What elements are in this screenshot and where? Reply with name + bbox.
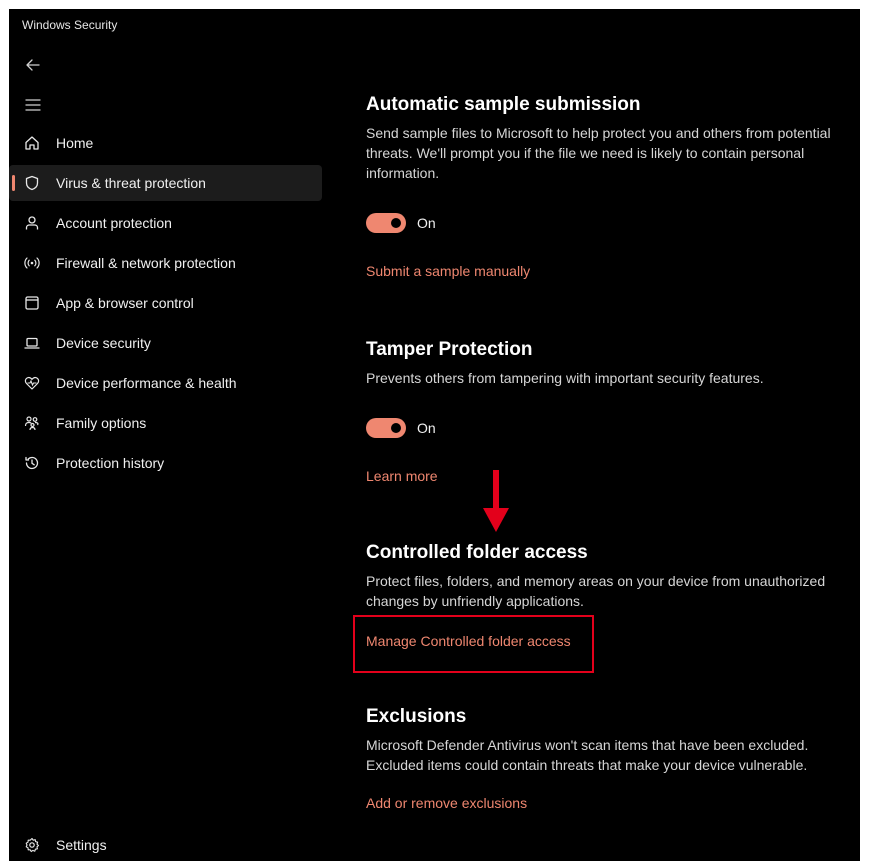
automatic-sample-submission-section: Automatic sample submission Send sample … xyxy=(366,93,856,281)
section-description: Microsoft Defender Antivirus won't scan … xyxy=(366,737,809,773)
back-button[interactable] xyxy=(23,55,43,75)
back-arrow-icon xyxy=(26,59,40,71)
sidebar-item-label: Virus & threat protection xyxy=(56,175,206,191)
sidebar-item-firewall-network-protection[interactable]: Firewall & network protection xyxy=(9,245,322,281)
gear-icon xyxy=(23,836,41,854)
hamburger-icon xyxy=(25,99,41,111)
sidebar-item-device-security[interactable]: Device security xyxy=(9,325,322,361)
tamper-toggle-row: On xyxy=(366,418,856,438)
section-title: Exclusions xyxy=(366,706,467,727)
sidebar-item-label: Device security xyxy=(56,335,151,351)
sidebar-item-app-browser-control[interactable]: App & browser control xyxy=(9,285,322,321)
toggle-knob xyxy=(391,218,401,228)
home-icon xyxy=(23,134,41,152)
sidebar-item-label: Protection history xyxy=(56,455,165,471)
sidebar-item-settings[interactable]: Settings xyxy=(9,827,336,861)
add-remove-exclusions-link[interactable]: Add or remove exclusions xyxy=(366,795,527,811)
submit-sample-manually-link[interactable]: Submit a sample manually xyxy=(366,263,530,279)
sidebar-item-label: Home xyxy=(56,135,94,151)
wifi-antenna-icon xyxy=(23,254,41,272)
sidebar-item-label: Account protection xyxy=(56,215,172,231)
annotation-down-arrow-icon xyxy=(483,470,509,532)
toggle-state-label: On xyxy=(417,420,436,436)
section-description: Protect files, folders, and memory areas… xyxy=(366,573,826,609)
sidebar-item-home[interactable]: Home xyxy=(9,125,322,161)
sidebar-item-label: Family options xyxy=(56,415,147,431)
section-description: Prevents others from tampering with impo… xyxy=(366,370,764,386)
browser-window-icon xyxy=(23,294,41,312)
section-description: Send sample files to Microsoft to help p… xyxy=(366,125,831,181)
annotation-highlight-box xyxy=(353,615,594,673)
exclusions-section: Exclusions Microsoft Defender Antivirus … xyxy=(366,705,856,813)
tamper-protection-section: Tamper Protection Prevents others from t… xyxy=(366,338,856,486)
window-title: Windows Security xyxy=(22,18,118,32)
sidebar-nav: Home Virus & threat protection Account p… xyxy=(9,125,322,485)
sample-submission-toggle[interactable] xyxy=(366,213,406,233)
settings-label: Settings xyxy=(56,837,107,853)
tamper-protection-toggle[interactable] xyxy=(366,418,406,438)
person-icon xyxy=(23,214,41,232)
sidebar-item-family-options[interactable]: Family options xyxy=(9,405,322,441)
windows-security-window: Windows Security Home Virus & threat pro… xyxy=(9,9,860,861)
history-icon xyxy=(23,454,41,472)
sidebar-item-protection-history[interactable]: Protection history xyxy=(9,445,322,481)
toggle-state-label: On xyxy=(417,215,436,231)
heart-pulse-icon xyxy=(23,374,41,392)
sidebar-item-label: Device performance & health xyxy=(56,375,237,391)
learn-more-link[interactable]: Learn more xyxy=(366,468,438,484)
selected-indicator xyxy=(12,175,15,191)
sidebar-item-account-protection[interactable]: Account protection xyxy=(9,205,322,241)
hamburger-menu-button[interactable] xyxy=(23,95,43,115)
sidebar-item-virus-threat-protection[interactable]: Virus & threat protection xyxy=(9,165,322,201)
sidebar-item-label: Firewall & network protection xyxy=(56,255,236,271)
toggle-knob xyxy=(391,423,401,433)
shield-icon xyxy=(23,174,41,192)
section-title: Automatic sample submission xyxy=(366,94,641,115)
section-title: Tamper Protection xyxy=(366,339,533,360)
sidebar-item-label: App & browser control xyxy=(56,295,194,311)
sidebar-item-device-performance-health[interactable]: Device performance & health xyxy=(9,365,322,401)
laptop-icon xyxy=(23,334,41,352)
section-title: Controlled folder access xyxy=(366,542,588,563)
sample-toggle-row: On xyxy=(366,213,856,233)
family-icon xyxy=(23,414,41,432)
